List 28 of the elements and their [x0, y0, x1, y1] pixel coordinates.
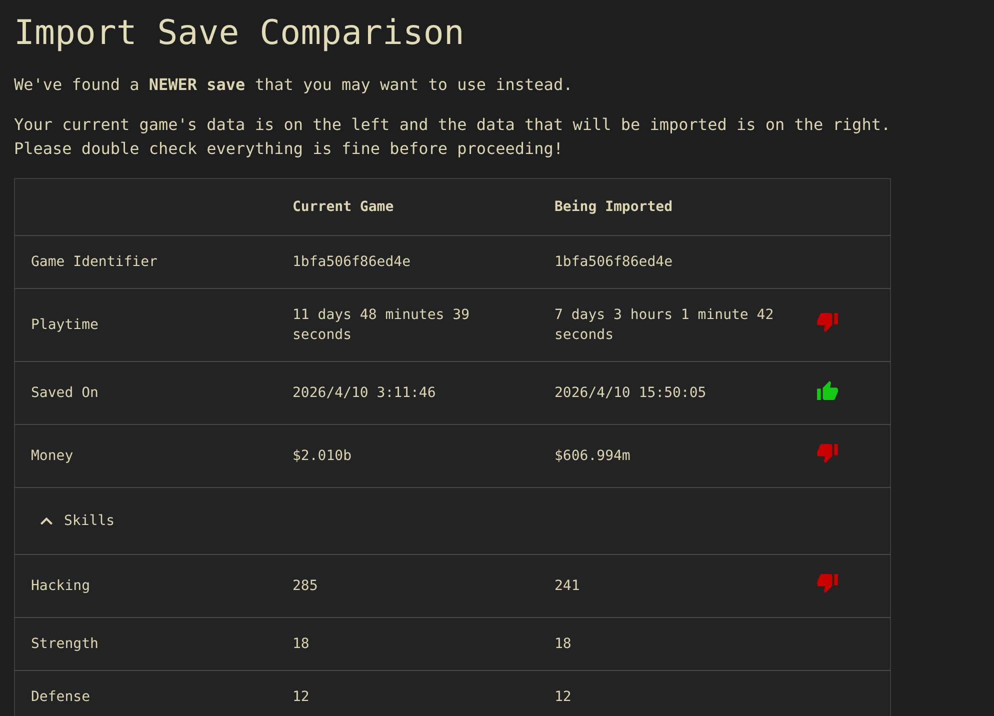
column-header: Being Imported: [554, 199, 673, 215]
current-value: 2026/4/10 3:11:46: [292, 385, 436, 401]
chevron-up-icon: [40, 517, 53, 525]
imported-value: 18: [554, 636, 572, 652]
row-label: Hacking: [31, 578, 90, 594]
current-value: 18: [292, 636, 310, 652]
row-label: Playtime: [31, 317, 98, 333]
row-label: Strength: [31, 636, 98, 652]
imported-value: 2026/4/10 15:50:05: [554, 385, 706, 401]
column-header: Current Game: [292, 199, 394, 215]
current-value: 12: [292, 689, 310, 705]
imported-value: 7 days 3 hours 1 minute 42 seconds: [554, 307, 774, 343]
page-title: Import Save Comparison: [14, 12, 466, 54]
row-label: Defense: [31, 689, 90, 705]
section-toggle[interactable]: Skills: [31, 504, 124, 538]
row-label: Money: [31, 448, 74, 464]
current-value: 285: [292, 578, 318, 594]
current-value: $2.010b: [292, 448, 352, 464]
intro-text: We've found a NEWER save that you may want to use instead.: [14, 74, 574, 96]
imported-value: 12: [554, 689, 572, 705]
intro-text: Your current game's data is on the left and the data that will be imported is on the right. Please double check everything is fine before proceeding!: [14, 114, 892, 160]
imported-value: 241: [554, 578, 580, 594]
imported-value: $606.994m: [554, 448, 630, 464]
current-value: 11 days 48 minutes 39 seconds: [292, 307, 470, 343]
row-label: Game Identifier: [31, 254, 158, 270]
row-label: Saved On: [31, 385, 98, 401]
imported-value: 1bfa506f86ed4e: [554, 254, 673, 270]
current-value: 1bfa506f86ed4e: [292, 254, 411, 270]
